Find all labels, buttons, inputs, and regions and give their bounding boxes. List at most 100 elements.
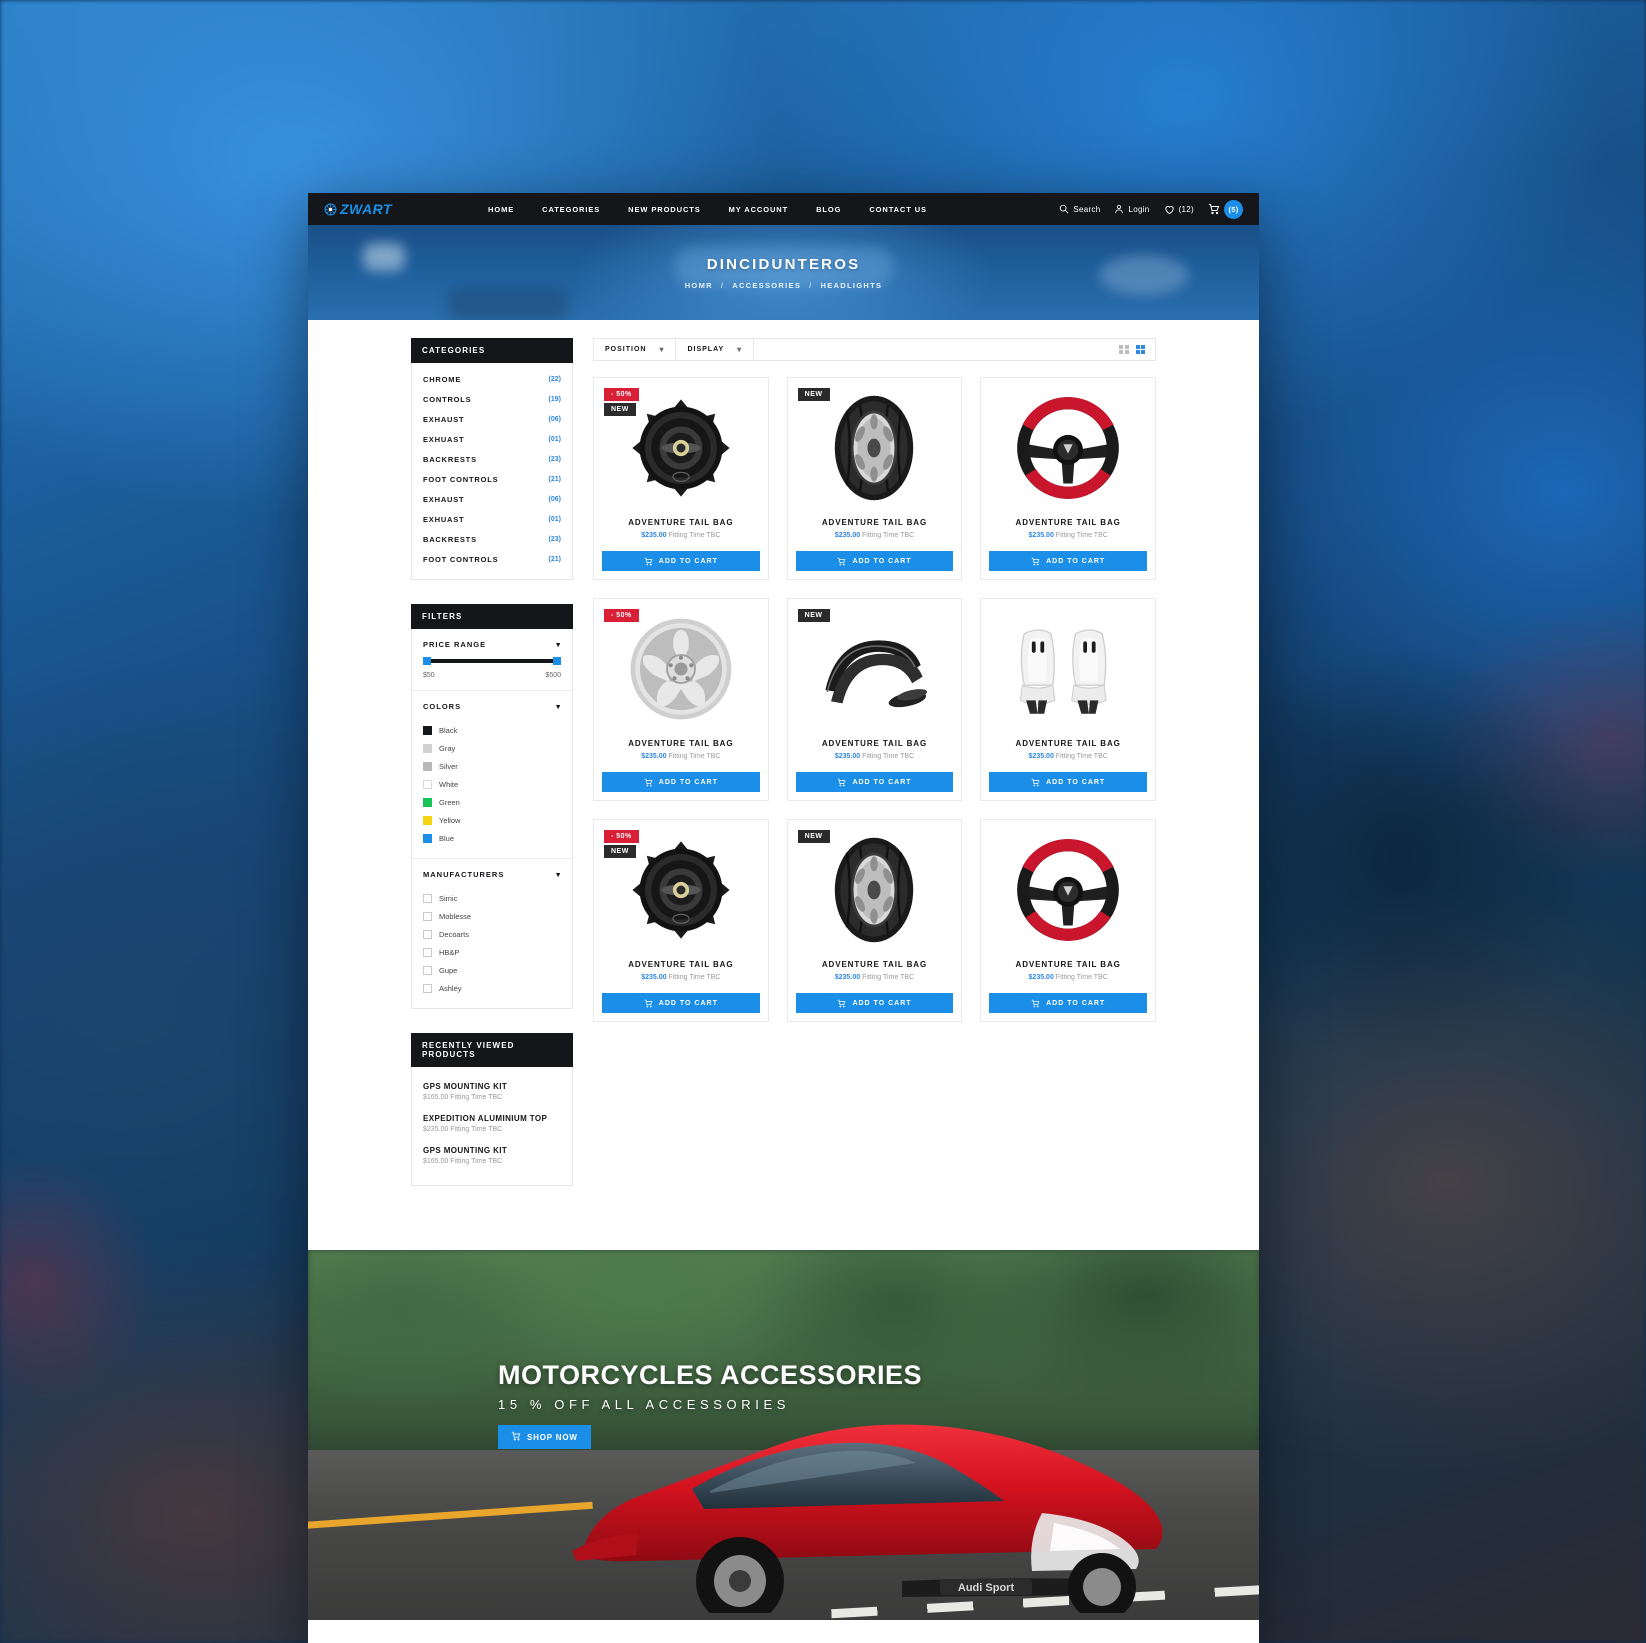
checkbox-icon[interactable] xyxy=(423,947,432,957)
sidebar-item-foot-controls-2[interactable]: FOOT CONTROLS (21) xyxy=(423,549,561,569)
add-to-cart-button[interactable]: ADD TO CART xyxy=(602,772,760,792)
recently-viewed-name: EXPEDITION ALUMINIUM TOP xyxy=(423,1114,548,1123)
price-range-slider[interactable] xyxy=(423,657,561,665)
turbo-wheel-icon xyxy=(324,203,337,216)
menu-item-categories[interactable]: CATEGORIES xyxy=(528,205,614,214)
checkbox-icon[interactable] xyxy=(423,893,432,903)
manufacturer-label: Simic xyxy=(439,893,458,903)
manufacturer-option-moblesse[interactable]: Moblesse xyxy=(423,907,561,925)
display-count-dropdown[interactable]: DISPLAY ▾ xyxy=(676,339,755,360)
shop-now-button[interactable]: SHOP NOW xyxy=(498,1425,591,1449)
product-card[interactable]: - 50% NEW ADVENTURE TAIL BAG $235.00 Fit… xyxy=(593,819,769,1022)
color-label: Green xyxy=(439,797,460,807)
manufacturer-option-decoarts[interactable]: Decoarts xyxy=(423,925,561,943)
color-label: Silver xyxy=(439,761,458,771)
page-hero: DINCIDUNTEROS HOMR / ACCESSORIES / HEADL… xyxy=(308,225,1259,320)
category-count: (19) xyxy=(548,395,561,403)
product-card[interactable]: NEW ADVENTURE TAIL BAG $235.00 Fitting T… xyxy=(786,598,963,801)
sidebar-item-controls[interactable]: CONTROLS (19) xyxy=(423,389,561,409)
color-swatch xyxy=(423,743,432,753)
menu-item-my-account[interactable]: MY ACCOUNT xyxy=(715,205,802,214)
wishlist-button[interactable]: (12) xyxy=(1164,204,1194,215)
color-option-black[interactable]: Black xyxy=(423,721,561,739)
chevron-down-icon[interactable]: ▾ xyxy=(556,703,561,711)
breadcrumb-accessories[interactable]: ACCESSORIES xyxy=(732,281,801,290)
price-slider-min-handle[interactable] xyxy=(423,657,431,665)
product-card[interactable]: ADVENTURE TAIL BAG $235.00 Fitting Time … xyxy=(980,377,1156,580)
product-card[interactable]: ADVENTURE TAIL BAG $235.00 Fitting Time … xyxy=(980,598,1156,801)
menu-item-new-products[interactable]: NEW PRODUCTS xyxy=(614,205,714,214)
add-to-cart-button[interactable]: ADD TO CART xyxy=(989,772,1147,792)
add-to-cart-button[interactable]: ADD TO CART xyxy=(602,551,760,571)
category-name: BACKRESTS xyxy=(423,454,477,464)
filters-widget: FILTERS PRICE RANGE ▾ $50 $500 COLORS ▾ … xyxy=(411,604,573,1009)
category-name: EXHAUST xyxy=(423,414,465,424)
breadcrumb-home[interactable]: HOMR xyxy=(685,281,713,290)
checkbox-icon[interactable] xyxy=(423,983,432,993)
product-card[interactable]: NEW ADVENTURE TAIL BAG $235.00 Fitting T… xyxy=(786,819,963,1022)
sidebar-item-exhaust-1[interactable]: EXHAUST (06) xyxy=(423,409,561,429)
color-option-gray[interactable]: Gray xyxy=(423,739,561,757)
checkbox-icon[interactable] xyxy=(423,911,432,921)
sidebar-item-backrests-1[interactable]: BACKRESTS (23) xyxy=(423,449,561,469)
product-image-steering-wheel xyxy=(981,820,1155,950)
chevron-down-icon[interactable]: ▾ xyxy=(556,871,561,879)
sidebar-item-backrests-2[interactable]: BACKRESTS (23) xyxy=(423,529,561,549)
manufacturer-option-hbp[interactable]: HB&P xyxy=(423,943,561,961)
cart-button[interactable]: (5) xyxy=(1208,199,1243,219)
menu-item-home[interactable]: HOME xyxy=(474,205,528,214)
add-to-cart-button[interactable]: ADD TO CART xyxy=(989,993,1147,1013)
checkbox-icon[interactable] xyxy=(423,929,432,939)
site-logo[interactable]: ZWART xyxy=(324,201,392,217)
add-to-cart-button[interactable]: ADD TO CART xyxy=(602,993,760,1013)
sidebar-item-chrome[interactable]: CHROME (22) xyxy=(423,369,561,389)
manufacturers-filter: MANUFACTURERS ▾ Simic Moblesse Decoarts … xyxy=(412,859,572,1008)
product-card[interactable]: ADVENTURE TAIL BAG $235.00 Fitting Time … xyxy=(980,819,1156,1022)
manufacturer-option-gupe[interactable]: Gupe xyxy=(423,961,561,979)
colors-label: COLORS xyxy=(423,702,462,711)
color-option-green[interactable]: Green xyxy=(423,793,561,811)
position-sort-dropdown[interactable]: POSITION ▾ xyxy=(594,339,677,360)
product-badges: - 50% NEW xyxy=(604,830,639,858)
product-name: ADVENTURE TAIL BAG xyxy=(1015,960,1121,969)
menu-item-contact-us[interactable]: CONTACT US xyxy=(855,205,941,214)
manufacturer-label: Moblesse xyxy=(439,911,472,921)
chevron-down-icon[interactable]: ▾ xyxy=(556,641,561,649)
manufacturer-option-simic[interactable]: Simic xyxy=(423,889,561,907)
grid-view-icon[interactable] xyxy=(1135,344,1145,355)
login-button[interactable]: Login xyxy=(1114,204,1149,214)
color-option-silver[interactable]: Silver xyxy=(423,757,561,775)
cart-count-badge: (5) xyxy=(1224,199,1243,219)
search-button[interactable]: Search xyxy=(1059,204,1100,214)
product-card[interactable]: - 50% ADVENTURE TAIL BAG $235.00 Fitting… xyxy=(593,598,769,801)
color-option-blue[interactable]: Blue xyxy=(423,829,561,847)
add-to-cart-button[interactable]: ADD TO CART xyxy=(989,551,1147,571)
product-card[interactable]: NEW ADVENTURE TAIL BAG $235.00 Fitting T… xyxy=(786,377,963,580)
color-option-yellow[interactable]: Yellow xyxy=(423,811,561,829)
list-item[interactable]: GPS MOUNTING KIT $165.00 Fitting Time TB… xyxy=(423,1141,561,1173)
price-slider-max-handle[interactable] xyxy=(553,657,561,665)
category-name: EXHUAST xyxy=(423,514,465,524)
add-to-cart-button[interactable]: ADD TO CART xyxy=(795,551,954,571)
sale-badge: - 50% xyxy=(604,830,639,843)
sidebar-item-exhaust-2[interactable]: EXHAUST (06) xyxy=(423,489,561,509)
product-card[interactable]: - 50% NEW ADVENTURE TAIL BAG $235.00 Fit… xyxy=(593,377,769,580)
color-swatch xyxy=(423,725,432,735)
list-item[interactable]: GPS MOUNTING KIT $165.00 Fitting Time TB… xyxy=(423,1077,561,1109)
list-item[interactable]: EXPEDITION ALUMINIUM TOP $235.00 Fitting… xyxy=(423,1109,561,1141)
color-option-white[interactable]: White xyxy=(423,775,561,793)
product-name: ADVENTURE TAIL BAG xyxy=(1015,518,1121,527)
sidebar-item-foot-controls-1[interactable]: FOOT CONTROLS (21) xyxy=(423,469,561,489)
menu-item-blog[interactable]: BLOG xyxy=(802,205,855,214)
add-to-cart-button[interactable]: ADD TO CART xyxy=(795,772,954,792)
add-to-cart-button[interactable]: ADD TO CART xyxy=(795,993,954,1013)
product-fitting: Fitting Time TBC xyxy=(1055,753,1108,760)
sidebar-item-exhuast-2[interactable]: EXHUAST (01) xyxy=(423,509,561,529)
sidebar-item-exhuast-1[interactable]: EXHUAST (01) xyxy=(423,429,561,449)
list-view-icon[interactable] xyxy=(1119,344,1129,355)
cart-icon xyxy=(1031,999,1040,1008)
manufacturer-option-ashley[interactable]: Ashley xyxy=(423,979,561,997)
add-to-cart-label: ADD TO CART xyxy=(1046,557,1106,565)
car-badge-text: Audi Sport xyxy=(958,1582,1015,1594)
checkbox-icon[interactable] xyxy=(423,965,432,975)
